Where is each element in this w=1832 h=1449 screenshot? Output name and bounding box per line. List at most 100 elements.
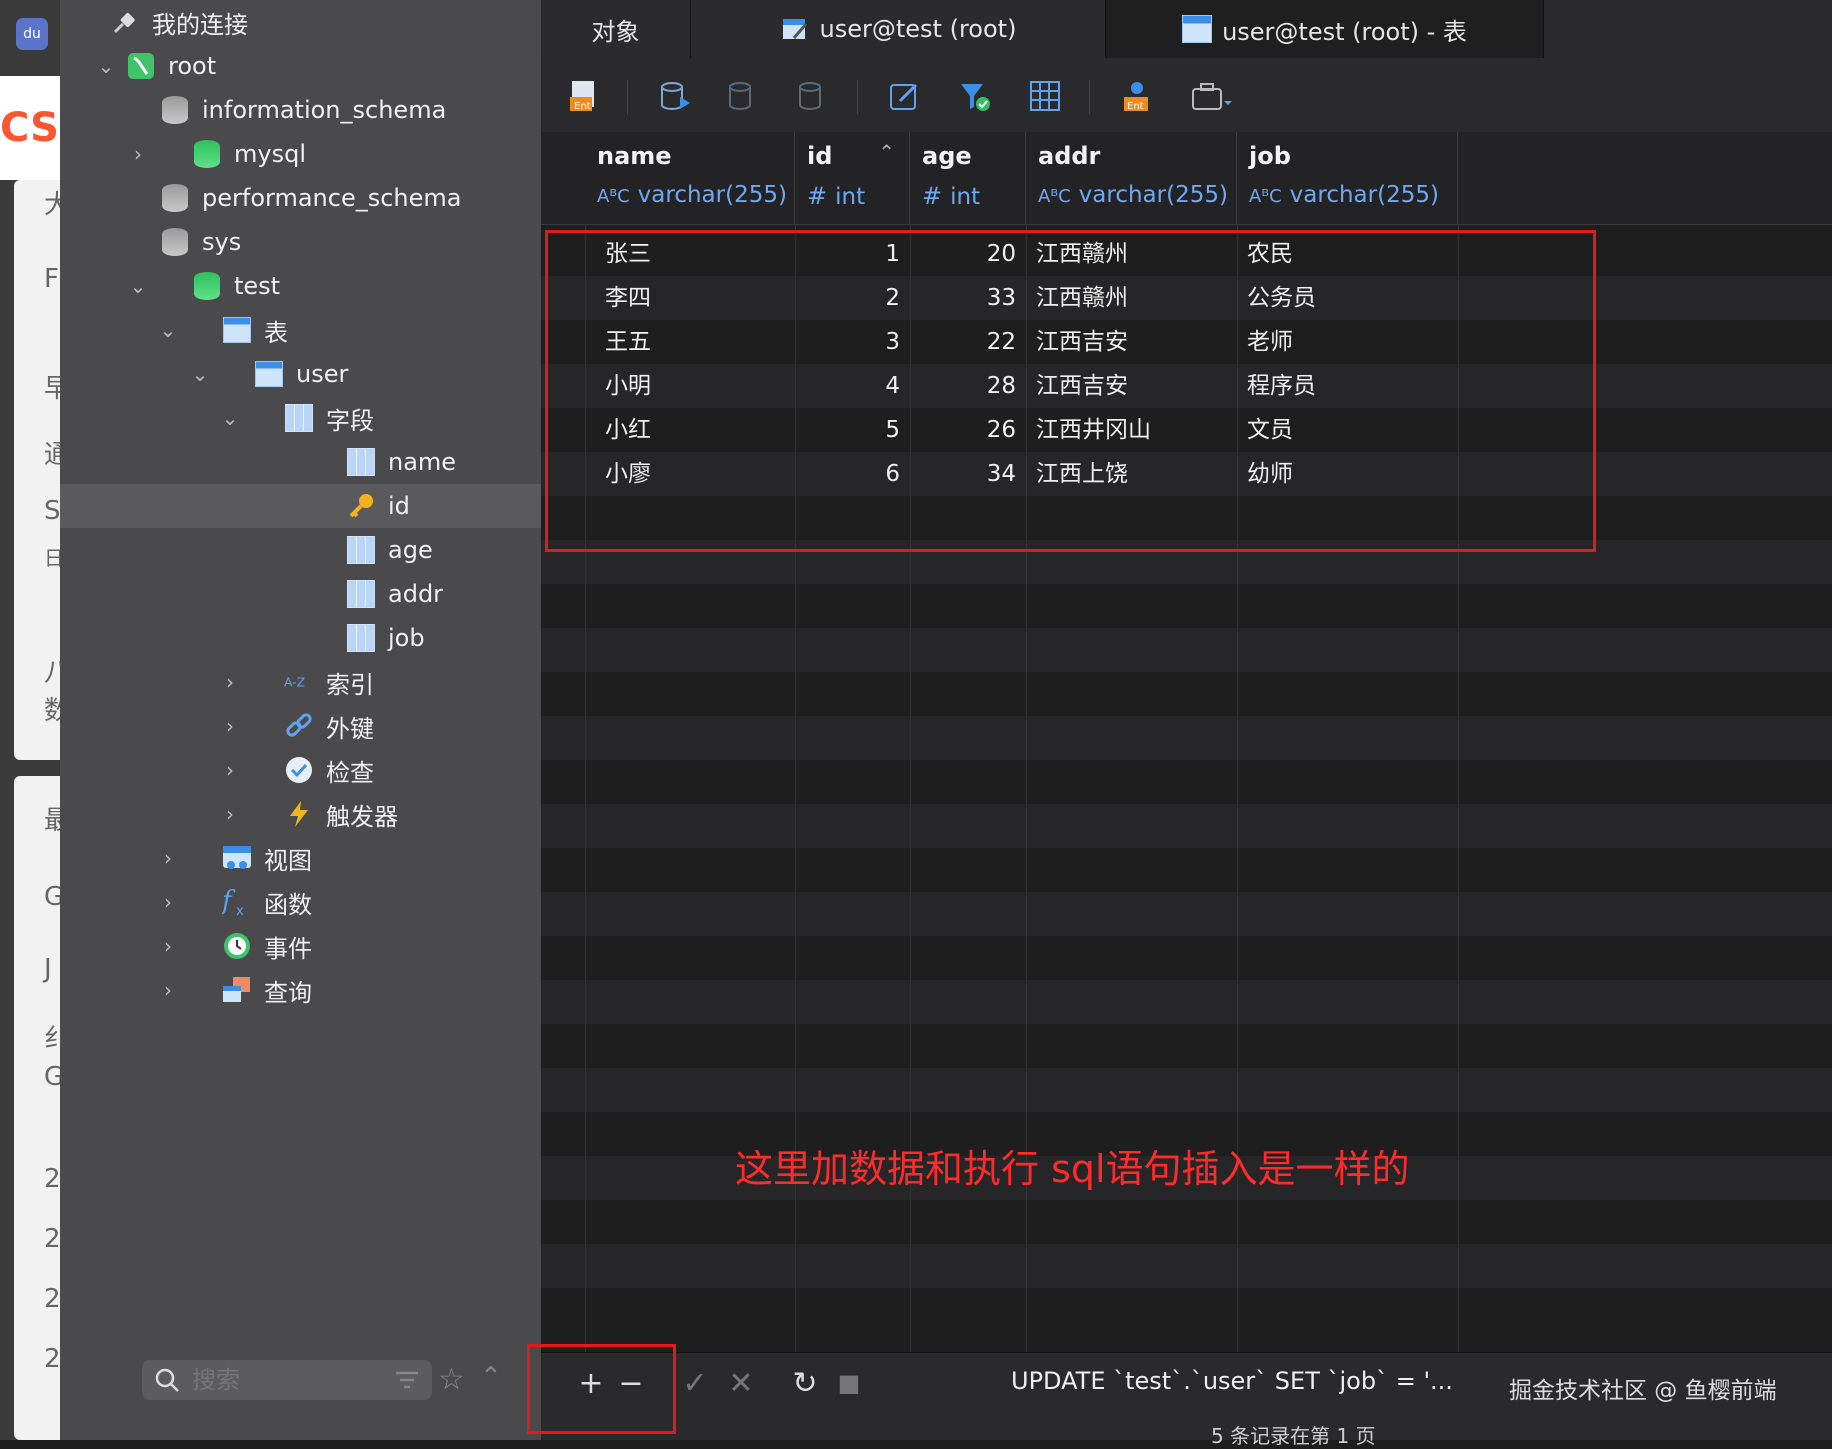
database-icon (160, 183, 190, 213)
column-header-name[interactable]: name AᴮC varchar(255) (585, 132, 795, 224)
edit-icon[interactable] (885, 76, 925, 116)
event-icon (222, 931, 252, 961)
background-text-11: G (44, 882, 60, 912)
refresh-button[interactable]: ↻ (787, 1365, 823, 1401)
filter-lines-icon[interactable] (392, 1365, 422, 1399)
background-text-18: 2 (44, 1344, 60, 1374)
tree-item-视图[interactable]: › 视图 (60, 836, 541, 880)
chevron-down-icon[interactable]: ⌄ (128, 274, 148, 298)
tree-item-test[interactable]: ⌄ test (60, 264, 541, 308)
chevron-down-icon[interactable]: ⌄ (96, 54, 116, 78)
svg-text:Ent: Ent (574, 101, 591, 112)
column-name: job (1249, 142, 1291, 170)
empty-row (541, 848, 1832, 892)
tree-item-addr[interactable]: addr (60, 572, 541, 616)
column-type: # int (922, 182, 980, 210)
tree-item-performance_schema[interactable]: performance_schema (60, 176, 541, 220)
tree-item-label: 外键 (326, 714, 374, 743)
tree-item-label: user (296, 360, 349, 388)
background-text-4: 早 (44, 374, 60, 404)
db-check-icon[interactable] (723, 76, 763, 116)
star-icon[interactable]: ☆ (438, 1362, 465, 1397)
stop-button[interactable]: ■ (831, 1365, 867, 1401)
discard-changes-button[interactable]: ✕ (723, 1365, 759, 1401)
toolbar: Ent Ent (541, 58, 1832, 133)
tree-item-user[interactable]: ⌄ user (60, 352, 541, 396)
tree-item-事件[interactable]: › 事件 (60, 924, 541, 968)
tab-query-label: user@test (root) (819, 15, 1017, 43)
tab-query[interactable]: user@test (root) (691, 0, 1106, 58)
column-name: id (807, 142, 833, 170)
filter-icon[interactable] (955, 76, 995, 116)
tree-item-字段[interactable]: ⌄ 字段 (60, 396, 541, 440)
tree-item-函数[interactable]: › f x 函数 (60, 880, 541, 924)
column-header-job[interactable]: job AᴮC varchar(255) (1237, 132, 1458, 224)
empty-row (541, 936, 1832, 980)
toolbox-icon[interactable] (1187, 76, 1237, 116)
tree-item-表[interactable]: ⌄ 表 (60, 308, 541, 352)
chevron-down-icon[interactable]: ⌄ (220, 406, 240, 430)
tab-table[interactable]: user@test (root) - 表 (1106, 0, 1544, 58)
tree-item-name[interactable]: name (60, 440, 541, 484)
search-input[interactable] (190, 1365, 414, 1395)
tree-item-id[interactable]: id (60, 484, 541, 528)
string-type-icon: AᴮC (1038, 186, 1071, 207)
sidebar-search[interactable] (142, 1360, 432, 1400)
tree-item-查询[interactable]: › 查询 (60, 968, 541, 1012)
toolbar-separator (627, 80, 628, 114)
entity-icon[interactable]: Ent (1117, 76, 1157, 116)
tree-item-information_schema[interactable]: information_schema (60, 88, 541, 132)
chevron-right-icon[interactable]: › (158, 846, 178, 870)
chevron-right-icon[interactable]: › (158, 890, 178, 914)
key-icon (346, 491, 376, 521)
tree-item-检查[interactable]: › 检查 (60, 748, 541, 792)
db-refresh-icon[interactable] (793, 76, 833, 116)
empty-row (541, 892, 1832, 936)
query-icon (222, 975, 252, 1005)
chevron-right-icon[interactable]: › (158, 934, 178, 958)
background-text-7: 日 (44, 546, 60, 570)
database-icon (160, 227, 190, 257)
chevron-down-icon[interactable]: ⌄ (190, 362, 210, 386)
apply-changes-button[interactable]: ✓ (677, 1365, 713, 1401)
column-type: # int (807, 182, 865, 210)
grid-icon[interactable] (1025, 76, 1065, 116)
tree-item-触发器[interactable]: › 触发器 (60, 792, 541, 836)
chevron-right-icon[interactable]: › (220, 758, 240, 782)
chevron-right-icon[interactable]: › (220, 802, 240, 826)
empty-row (541, 1200, 1832, 1244)
string-type-icon: AᴮC (1249, 186, 1282, 207)
collapse-icon[interactable]: ⌃ (480, 1362, 502, 1392)
tab-objects[interactable]: 对象 (541, 0, 691, 58)
chevron-right-icon[interactable]: › (220, 670, 240, 694)
sort-ascending-icon[interactable]: ⌃ (878, 140, 895, 164)
database-icon (192, 139, 222, 169)
background-text-6: S (44, 496, 60, 526)
tree-item-mysql[interactable]: › mysql (60, 132, 541, 176)
column-type: AᴮC varchar(255) (1038, 182, 1228, 208)
background-text-17: 2 (44, 1284, 60, 1314)
chevron-right-icon[interactable]: › (128, 142, 148, 166)
search-icon (154, 1367, 180, 1393)
background-window: du CSD 大 F 早 通 S 日 八 数 最 G J 纟 G 2 2 2 2 (0, 0, 60, 1440)
tree-item-root[interactable]: ⌄ root (60, 44, 541, 88)
chevron-right-icon[interactable]: › (220, 714, 240, 738)
tree-item-job[interactable]: job (60, 616, 541, 660)
main-area: 对象 user@test (root) user@test (root) - 表… (541, 0, 1832, 1440)
column-header-id[interactable]: id # int ⌃ (795, 132, 910, 224)
column-header-addr[interactable]: addr AᴮC varchar(255) (1026, 132, 1237, 224)
tree-item-外键[interactable]: › 外键 (60, 704, 541, 748)
column-header-age[interactable]: age # int (910, 132, 1026, 224)
chevron-down-icon[interactable]: ⌄ (158, 318, 178, 342)
background-text-14: G (44, 1062, 60, 1092)
tree-item-age[interactable]: age (60, 528, 541, 572)
export-entity-icon[interactable]: Ent (563, 76, 603, 116)
toolbar-separator (1089, 80, 1090, 114)
connections-header[interactable]: 我的连接 (110, 0, 248, 44)
svg-text:A-Z: A-Z (284, 675, 305, 689)
tree-item-sys[interactable]: sys (60, 220, 541, 264)
column-type-label: int (835, 184, 866, 210)
tree-item-索引[interactable]: › A-Z 索引 (60, 660, 541, 704)
chevron-right-icon[interactable]: › (158, 978, 178, 1002)
run-db-icon[interactable] (655, 76, 695, 116)
